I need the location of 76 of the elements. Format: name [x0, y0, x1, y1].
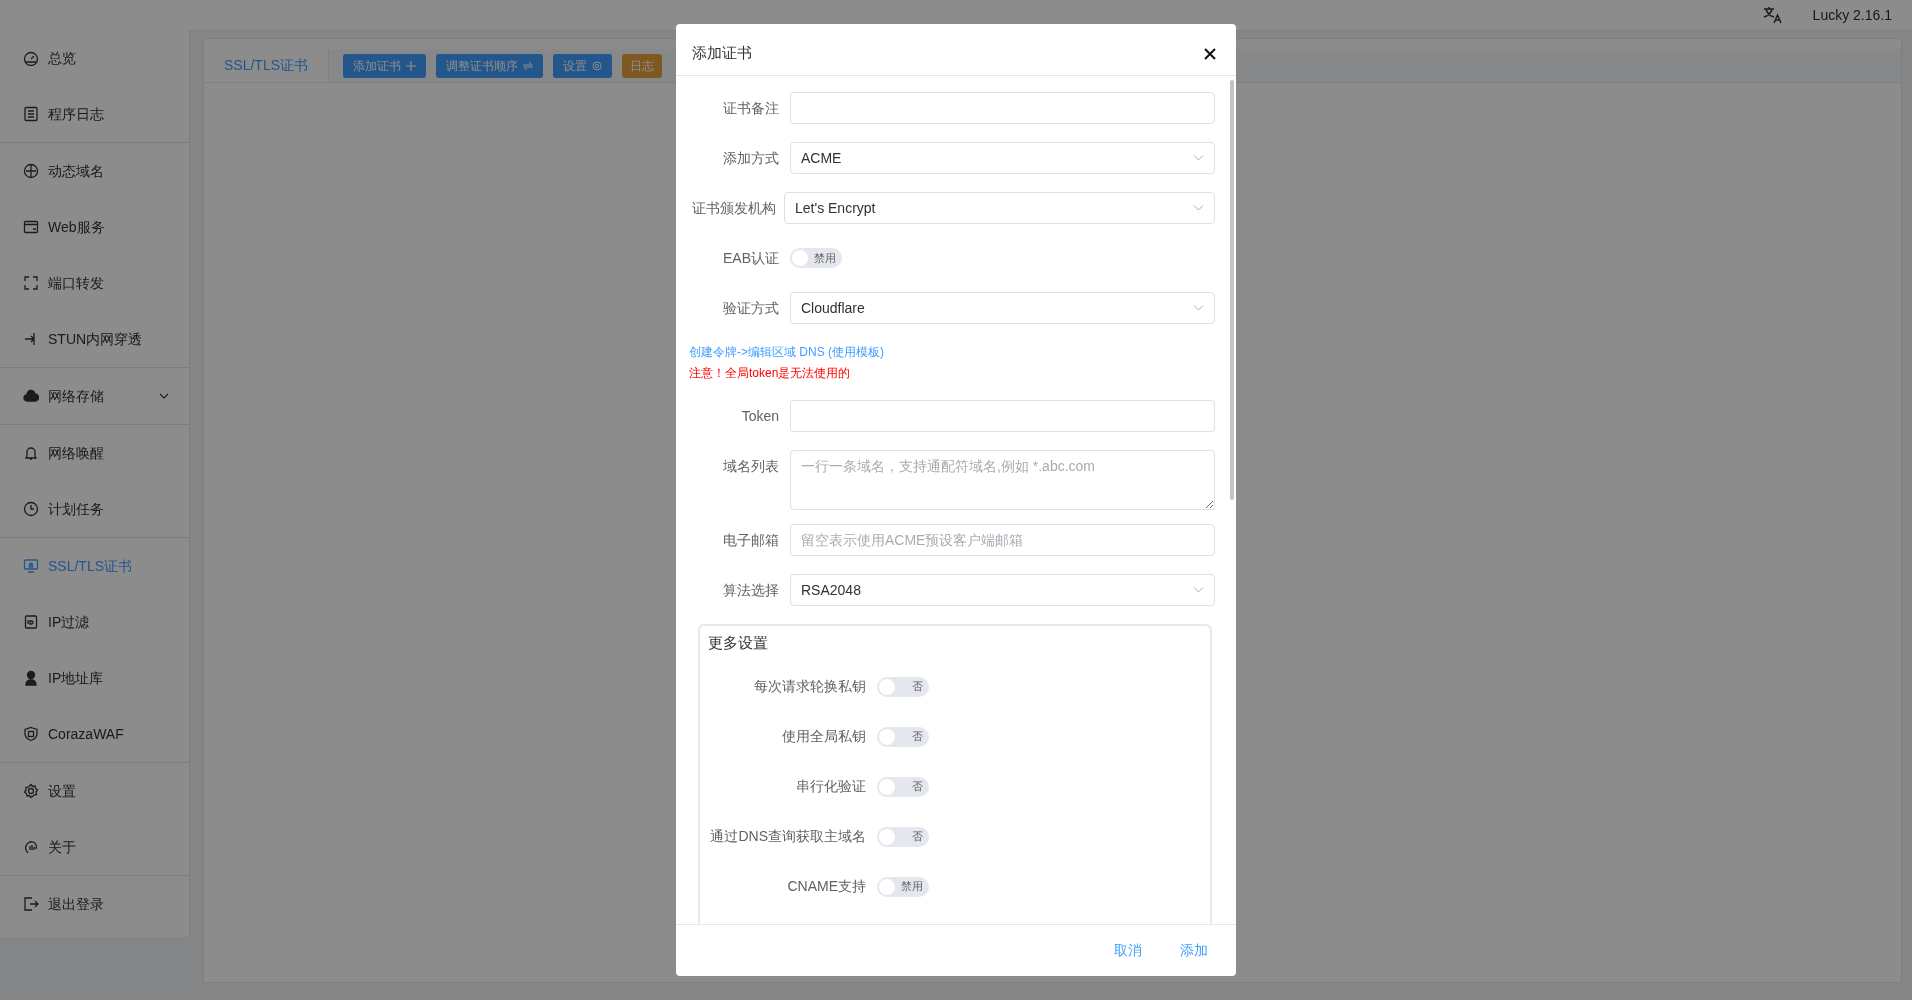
chevron-down-icon: [1193, 155, 1204, 161]
swap-icon: [523, 60, 534, 71]
field-label: EAB认证: [722, 249, 779, 268]
chevron-down-icon: [1193, 305, 1204, 311]
sidebar-item[interactable]: Web服务: [0, 199, 189, 255]
menu-icon: [23, 670, 39, 686]
field-label: 证书备注: [722, 99, 779, 118]
menu-icon: [23, 219, 39, 235]
sidebar-item[interactable]: 网络唤醒: [0, 425, 189, 481]
field-label: 算法选择: [722, 581, 779, 600]
input-field[interactable]: [790, 92, 1215, 124]
toggle-switch[interactable]: 否: [877, 726, 929, 747]
field-label: 使用全局私钥: [781, 727, 866, 746]
select-field[interactable]: ACME: [790, 142, 1215, 174]
menu-icon: [23, 388, 39, 404]
help-link[interactable]: 创建令牌->编辑区域 DNS (使用模板): [689, 342, 1215, 363]
input-field[interactable]: 留空表示使用ACME预设客户端邮箱: [790, 524, 1215, 556]
menu-icon: [23, 896, 39, 912]
toggle-switch[interactable]: 否: [877, 826, 929, 847]
dialog-button[interactable]: 添加: [1168, 934, 1220, 967]
menu-icon: [23, 501, 39, 517]
field-label: 添加方式: [722, 149, 779, 168]
sidebar-item[interactable]: 计划任务: [0, 481, 189, 537]
menu-icon: [23, 275, 39, 291]
sidebar-item[interactable]: 设置: [0, 763, 189, 819]
field-label: CNAME支持: [786, 877, 866, 896]
field-label: 证书颁发机构: [691, 199, 776, 218]
plus-icon: [406, 60, 417, 71]
menu-icon: [23, 726, 39, 742]
sidebar-item[interactable]: 退出登录: [0, 876, 189, 932]
translate-icon[interactable]: [1762, 6, 1783, 24]
field-label: 域名列表: [722, 457, 779, 476]
version-label: Lucky 2.16.1: [1812, 5, 1892, 25]
warning-text: 注意！全局token是无法使用的: [689, 365, 852, 382]
sidebar-item[interactable]: 网络存储: [0, 368, 189, 424]
sidebar-item[interactable]: IP地址库: [0, 650, 189, 706]
close-icon[interactable]: [1204, 47, 1216, 60]
field-label: 串行化验证: [795, 777, 866, 796]
select-field[interactable]: RSA2048: [790, 574, 1215, 606]
field-label: Token: [740, 407, 779, 426]
input-field[interactable]: [790, 400, 1215, 432]
sidebar-item[interactable]: 动态域名: [0, 143, 189, 199]
sidebar-item[interactable]: 端口转发: [0, 255, 189, 311]
sidebar-item[interactable]: 关于: [0, 819, 189, 875]
field-label: 验证方式: [722, 299, 779, 318]
sidebar-item[interactable]: 程序日志: [0, 86, 189, 142]
field-label: 每次请求轮换私钥: [753, 677, 866, 696]
toggle-switch[interactable]: 禁用: [877, 876, 929, 897]
menu-icon: [23, 50, 39, 66]
sidebar-item[interactable]: IP过滤: [0, 594, 189, 650]
menu-icon: [23, 614, 39, 630]
group-title: 更多设置: [708, 633, 769, 653]
select-field[interactable]: Let's Encrypt: [784, 192, 1215, 224]
menu-icon: [23, 163, 39, 179]
dialog-title: 添加证书: [692, 43, 752, 64]
chevron-down-icon: [159, 393, 169, 399]
sidebar-item[interactable]: 总览: [0, 30, 189, 86]
chevron-down-icon: [1193, 205, 1204, 211]
scrollbar-thumb[interactable]: [1230, 80, 1234, 500]
toggle-switch[interactable]: 禁用: [790, 248, 842, 268]
select-field[interactable]: Cloudflare: [790, 292, 1215, 324]
chevron-down-icon: [1193, 587, 1204, 593]
sidebar-item[interactable]: CorazaWAF: [0, 706, 189, 762]
menu-icon: [23, 445, 39, 461]
menu-icon: [23, 839, 39, 855]
dialog-button[interactable]: 取消: [1102, 934, 1154, 967]
toggle-switch[interactable]: 否: [877, 776, 929, 797]
textarea-field[interactable]: 一行一条域名，支持通配符域名,例如 *.abc.com: [790, 450, 1215, 510]
toggle-switch[interactable]: 否: [877, 676, 929, 697]
sidebar-item[interactable]: STUN内网穿透: [0, 311, 189, 367]
menu-icon: [23, 106, 39, 122]
gear-icon: [592, 60, 603, 71]
field-label: 电子邮箱: [722, 531, 779, 550]
menu-icon: [23, 558, 39, 574]
field-label: 通过DNS查询获取主域名: [709, 827, 866, 846]
menu-icon: [23, 783, 39, 799]
